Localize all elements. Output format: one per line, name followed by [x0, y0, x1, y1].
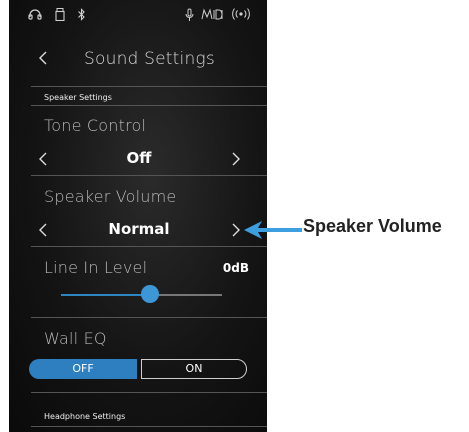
status-bar: [9, 8, 267, 28]
divider: [31, 86, 267, 87]
wall-eq-toggle: OFF ON: [29, 359, 247, 379]
headphones-icon: [28, 8, 42, 20]
section-label-headphone-settings: Headphone Settings: [44, 412, 126, 421]
microphone-icon: [185, 8, 194, 22]
speaker-volume-label: Speaker Volume: [44, 187, 177, 206]
bluetooth-icon: [77, 8, 86, 21]
page-title: Sound Settings: [84, 49, 215, 69]
usb-icon: [55, 8, 65, 21]
piano-screen: Sound Settings Speaker Settings Tone Con…: [9, 0, 267, 432]
wall-eq-on-button[interactable]: ON: [141, 359, 247, 379]
line-in-level-label: Line In Level: [44, 258, 148, 277]
midi-icon: [201, 8, 225, 20]
title-bar: Sound Settings: [9, 46, 267, 76]
tone-control-next-button[interactable]: [232, 151, 240, 170]
divider: [31, 246, 267, 247]
divider: [31, 392, 267, 393]
line-in-level-slider-thumb[interactable]: [140, 285, 159, 303]
annotation-label: Speaker Volume: [303, 216, 442, 236]
divider: [31, 175, 267, 176]
tone-control-label: Tone Control: [44, 116, 147, 135]
wireless-icon: [231, 8, 251, 20]
speaker-volume-value: Normal: [108, 220, 170, 238]
wall-eq-label: Wall EQ: [44, 329, 107, 348]
section-label-speaker-settings: Speaker Settings: [44, 93, 112, 102]
wall-eq-off-button[interactable]: OFF: [29, 359, 137, 379]
divider: [31, 317, 267, 318]
divider: [31, 105, 267, 106]
speaker-volume-next-button[interactable]: [232, 222, 240, 241]
divider: [31, 426, 267, 427]
line-in-level-slider-fill: [61, 294, 150, 296]
tone-control-value: Off: [126, 149, 152, 167]
line-in-level-value: 0dB: [222, 261, 249, 275]
annotation-arrow: [244, 220, 304, 244]
back-button[interactable]: [39, 50, 47, 69]
